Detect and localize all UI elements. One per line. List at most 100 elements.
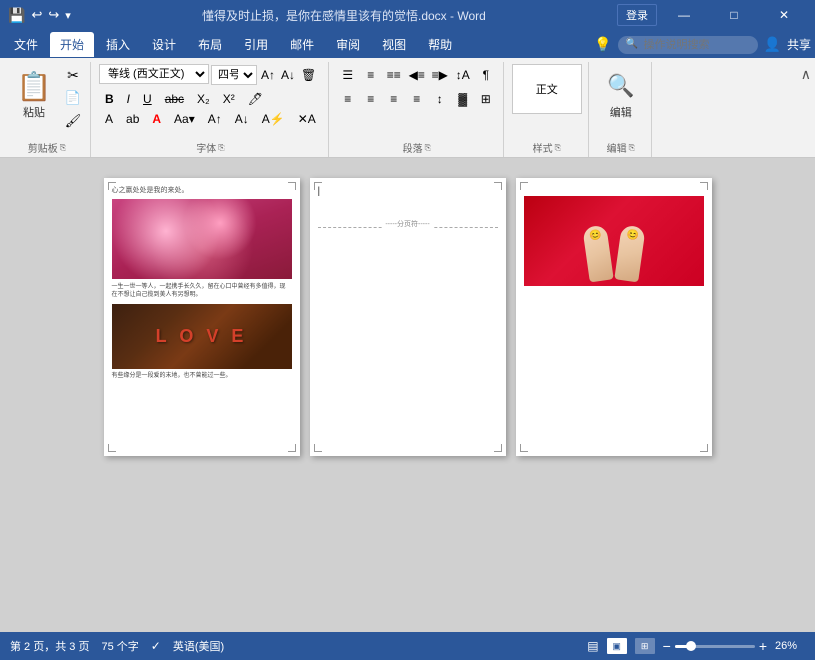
text-highlight-button[interactable]: ab [120, 110, 145, 128]
shading-button[interactable]: ▓ [452, 88, 474, 110]
menu-help[interactable]: 帮助 [418, 32, 462, 57]
font-row-1: 等线 (西文正文) 四号 A↑ A↓ 🗑 [99, 64, 318, 86]
font-shrink-button[interactable]: A↓ [279, 66, 297, 84]
page-1: 心之赢处处是我的来处。 一生一世一等人，一起携手长久久，留在心口中曾经有多值得，… [104, 178, 300, 456]
borders-button[interactable]: ⊞ [475, 88, 497, 110]
print-view-button[interactable]: ▣ [607, 638, 627, 654]
minimize-button[interactable]: — [661, 0, 707, 30]
page1-mid-text: 一生一世一等人，一起携手长久久，留在心口中曾经有多值得，现 在不想让自己揽到美人… [112, 283, 292, 300]
align-right-button[interactable]: ≡ [383, 88, 405, 110]
font-aa-button[interactable]: A↑ [202, 110, 228, 128]
redo-icon[interactable]: ↪ [48, 7, 59, 23]
menu-review[interactable]: 审阅 [326, 32, 370, 57]
para-content: ☰ ≡ ≡≡ ◀≡ ≡▶ ↕A ¶ ≡ ≡ ≡ ≡ ↕ ▓ ⊞ [337, 62, 497, 138]
numbering-button[interactable]: ≡ [360, 64, 382, 86]
language[interactable]: 英语(美国) [173, 638, 224, 654]
doc-view-icon[interactable]: ▤ [587, 639, 598, 653]
user-icon[interactable]: 👤 [764, 36, 781, 53]
collapse-ribbon-button[interactable]: ∧ [801, 66, 811, 83]
multilevel-button[interactable]: ≡≡ [383, 64, 405, 86]
copy-button[interactable]: 📄 [62, 87, 84, 109]
align-center-button[interactable]: ≡ [360, 88, 382, 110]
finger-left-face: 😊 [588, 229, 602, 242]
change-case-button[interactable]: Aa▾ [168, 110, 201, 128]
styles-gallery[interactable]: 正文 [512, 64, 582, 114]
ribbon-group-font: 等线 (西文正文) 四号 A↑ A↓ 🗑 B I U abc X₂ X² [93, 62, 329, 157]
styles-expand-icon[interactable]: ⎘ [555, 143, 561, 153]
sort-button[interactable]: ↕A [452, 64, 474, 86]
zoom-plus-button[interactable]: + [759, 639, 767, 653]
title-bar: 💾 ↩ ↪ ▾ 懂得及时止损，是你在感情里该有的觉悟.docx - Word 登… [0, 0, 815, 30]
font-family-select[interactable]: 等线 (西文正文) [99, 64, 209, 84]
paste-button[interactable]: 📋 粘贴 [10, 64, 58, 124]
web-view-button[interactable]: ⊞ [635, 638, 655, 654]
clipboard-label-text: 剪贴板 [28, 140, 58, 155]
subscript-button[interactable]: X₂ [191, 90, 216, 108]
show-formatting-button[interactable]: ¶ [475, 64, 497, 86]
highlight-button[interactable]: 🖊 [242, 90, 269, 108]
close-button[interactable]: ✕ [761, 0, 807, 30]
bold-button[interactable]: B [99, 90, 120, 108]
styles-label-text: 样式 [533, 140, 553, 155]
clipboard-small-btns: ✂ 📄 🖌 [62, 64, 84, 132]
bullets-button[interactable]: ☰ [337, 64, 359, 86]
find-button[interactable]: 🔍 编辑 [597, 64, 645, 124]
para-expand-icon[interactable]: ⎘ [425, 143, 431, 153]
decrease-indent-button[interactable]: ◀≡ [406, 64, 428, 86]
zoom-track[interactable] [675, 645, 755, 648]
clear-fmt2-button[interactable]: ✕A [292, 110, 322, 128]
share-button[interactable]: 共享 [787, 36, 811, 53]
menu-file[interactable]: 文件 [4, 32, 48, 57]
menu-design[interactable]: 设计 [142, 32, 186, 57]
spell-check-icon[interactable]: ✓ [151, 639, 161, 653]
align-left-button[interactable]: ≡ [337, 88, 359, 110]
editing-expand-icon[interactable]: ⎘ [629, 143, 635, 153]
clipboard-expand-icon[interactable]: ⎘ [60, 143, 66, 153]
save-icon[interactable]: 💾 [8, 7, 25, 24]
page1-image-love: L O V E [112, 304, 292, 369]
font-color-row: A ab A Aa▾ A↑ A↓ A⚡ ✕A [99, 110, 322, 128]
ribbon-group-clipboard: 📋 粘贴 ✂ 📄 🖌 剪贴板 ⎘ [4, 62, 91, 157]
zoom-thumb [686, 641, 696, 651]
format-painter-button[interactable]: 🖌 [62, 110, 84, 132]
ribbon-group-paragraph: ☰ ≡ ≡≡ ◀≡ ≡▶ ↕A ¶ ≡ ≡ ≡ ≡ ↕ ▓ ⊞ [331, 62, 504, 157]
search-input[interactable] [618, 36, 758, 54]
font-color-btn2[interactable]: A [146, 110, 167, 128]
superscript-button[interactable]: X² [217, 90, 241, 108]
login-button[interactable]: 登录 [617, 4, 657, 26]
italic-button[interactable]: I [121, 90, 136, 108]
ribbon-content: 📋 粘贴 ✂ 📄 🖌 剪贴板 ⎘ 等线 (西文正文) [0, 58, 815, 157]
page-info: 第 2 页，共 3 页 [10, 638, 89, 654]
font-color-button[interactable]: A [99, 110, 119, 128]
status-bar: 第 2 页，共 3 页 75 个字 ✓ 英语(美国) ▤ ▣ ⊞ − + 26% [0, 632, 815, 660]
maximize-button[interactable]: □ [711, 0, 757, 30]
para-row-2: ≡ ≡ ≡ ≡ ↕ ▓ ⊞ [337, 88, 497, 110]
clear-format-button[interactable]: 🗑 [299, 66, 318, 84]
line-spacing-button[interactable]: ↕ [429, 88, 451, 110]
title-bar-right: 登录 — □ ✕ [617, 0, 807, 30]
menu-view[interactable]: 视图 [372, 32, 416, 57]
undo-icon[interactable]: ↩ [31, 7, 42, 23]
menu-mailings[interactable]: 邮件 [280, 32, 324, 57]
font-size-select[interactable]: 四号 [211, 65, 257, 85]
paste-icon: 📋 [16, 68, 52, 104]
increase-indent-button[interactable]: ≡▶ [429, 64, 451, 86]
font-aa2-button[interactable]: A↓ [229, 110, 255, 128]
underline-button[interactable]: U [137, 90, 158, 108]
find-icon: 🔍 [603, 68, 639, 104]
cut-button[interactable]: ✂ [62, 64, 84, 86]
strikethrough-button[interactable]: abc [159, 90, 190, 108]
corner-tl-p2 [314, 182, 322, 190]
menu-layout[interactable]: 布局 [188, 32, 232, 57]
zoom-level[interactable]: 26% [775, 640, 805, 652]
menu-references[interactable]: 引用 [234, 32, 278, 57]
zoom-minus-button[interactable]: − [663, 639, 671, 653]
text-effects-button[interactable]: A⚡ [256, 110, 291, 128]
menu-insert[interactable]: 插入 [96, 32, 140, 57]
justify-button[interactable]: ≡ [406, 88, 428, 110]
lightbulb-icon[interactable]: 💡 [594, 36, 611, 53]
para-label: 段落 ⎘ [403, 138, 431, 157]
font-expand-icon[interactable]: ⎘ [218, 143, 224, 153]
font-grow-button[interactable]: A↑ [259, 66, 277, 84]
menu-home[interactable]: 开始 [50, 32, 94, 57]
